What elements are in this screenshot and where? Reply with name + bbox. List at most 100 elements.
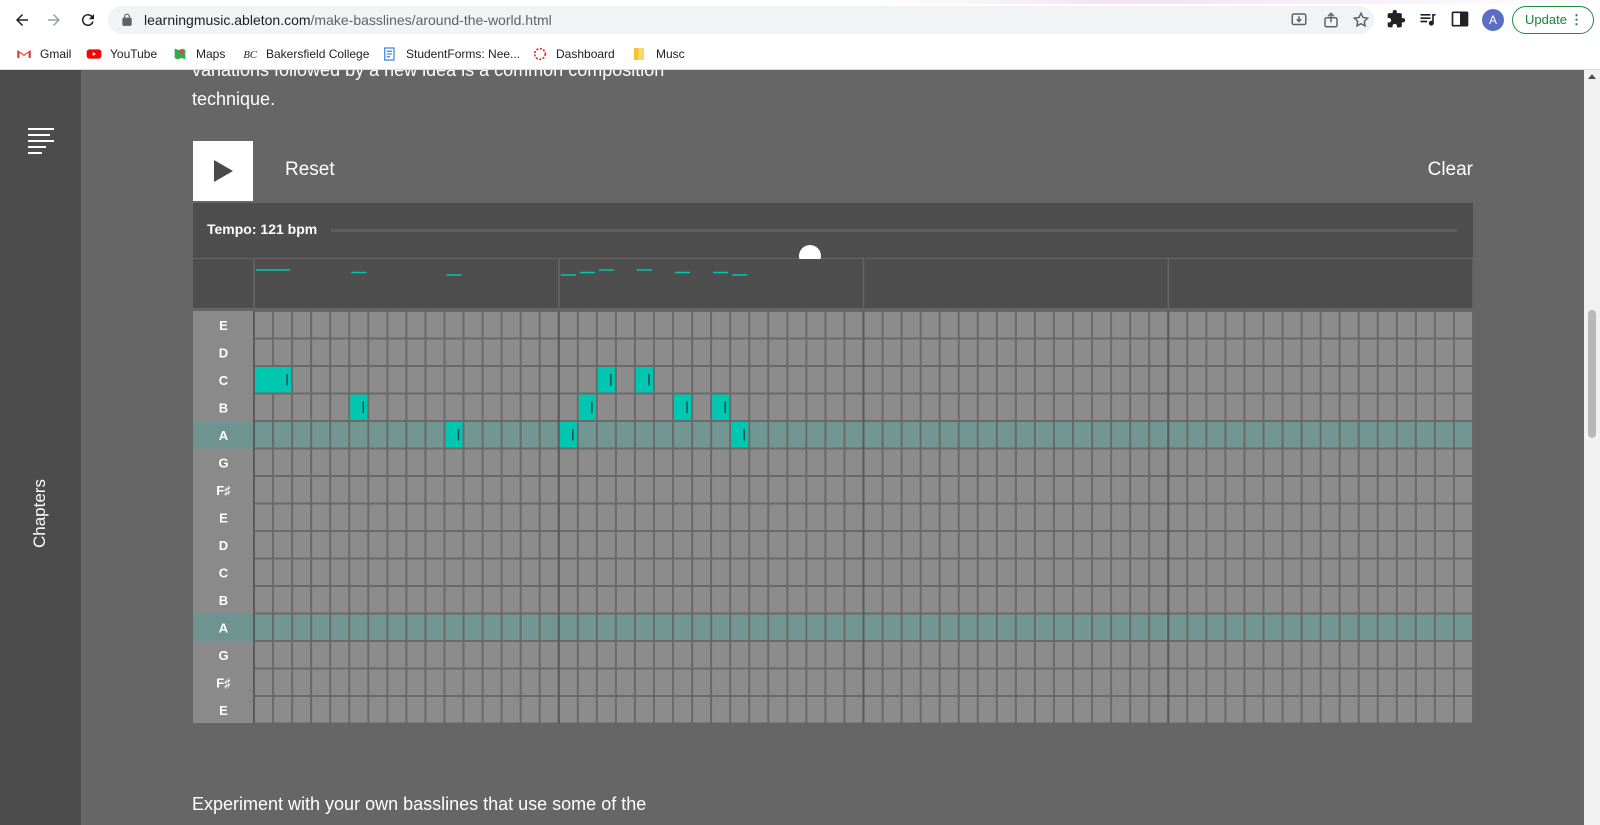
grid-cell[interactable] [1263,558,1283,586]
grid-cell[interactable] [1130,531,1150,559]
grid-cell[interactable] [958,421,978,449]
grid-cell[interactable] [1301,613,1321,641]
grid-cell[interactable] [1263,393,1283,421]
grid-cell[interactable] [463,696,483,724]
grid-cell[interactable] [596,696,616,724]
grid-cell[interactable] [387,668,407,696]
grid-cell[interactable] [520,448,540,476]
grid-cell[interactable] [1263,668,1283,696]
grid-cell[interactable] [1244,311,1264,339]
menu-icon[interactable] [28,128,54,156]
grid-cell[interactable] [292,558,312,586]
grid-cell[interactable] [1111,421,1131,449]
grid-cell[interactable] [330,476,350,504]
piano-roll-grid[interactable]: E D C B A G F♯ E D C B A G F♯ E [193,311,1473,723]
grid-cell[interactable] [1168,393,1188,421]
grid-cell[interactable] [958,613,978,641]
grid-cell[interactable] [425,613,445,641]
grid-cell[interactable] [558,613,578,641]
grid-cell[interactable] [311,448,331,476]
grid-cell[interactable] [1130,668,1150,696]
grid-cell[interactable] [882,311,902,339]
grid-cell[interactable] [1111,668,1131,696]
grid-cell[interactable] [996,393,1016,421]
grid-cell[interactable] [1034,558,1054,586]
grid-cell[interactable] [825,613,845,641]
grid-cell[interactable] [1053,586,1074,614]
grid-cell[interactable] [825,311,845,339]
grid-cell[interactable] [1073,641,1093,669]
grid-cell[interactable] [1187,641,1207,669]
grid-cell[interactable] [1244,338,1264,366]
grid-cell[interactable] [1339,558,1359,586]
back-icon[interactable] [10,8,34,32]
grid-cell[interactable] [1263,641,1283,669]
grid-cell[interactable] [1149,366,1169,394]
grid-cell[interactable] [996,503,1016,531]
grid-cell[interactable] [1015,366,1035,394]
grid-cell[interactable] [863,393,883,421]
grid-cell[interactable] [1453,448,1473,476]
grid-cell[interactable] [1111,366,1131,394]
grid-cell[interactable] [653,338,674,366]
grid-cell[interactable] [996,613,1016,641]
grid-cell[interactable] [482,338,502,366]
grid-cell[interactable] [1168,421,1188,449]
grid-cell[interactable] [1034,421,1054,449]
grid-cell[interactable] [920,558,940,586]
grid-cell[interactable] [444,531,464,559]
grid-cell[interactable] [1301,476,1321,504]
grid-cell[interactable] [615,641,635,669]
grid-cell[interactable] [406,448,426,476]
grid-cell[interactable] [349,668,369,696]
grid-cell[interactable] [539,448,559,476]
grid-cell[interactable] [825,421,845,449]
grid-cell[interactable] [1453,558,1473,586]
grid-cell[interactable] [1073,531,1093,559]
grid-cell[interactable] [1225,311,1245,339]
grid-cell[interactable] [787,503,807,531]
grid-cell[interactable] [730,558,750,586]
grid-cell[interactable] [1149,476,1169,504]
grid-cell[interactable] [1206,668,1226,696]
grid-cell[interactable] [882,338,902,366]
grid-cell[interactable] [768,558,788,586]
grid-cell[interactable] [1225,613,1245,641]
grid-cell[interactable] [425,393,445,421]
grid-cell[interactable] [692,586,712,614]
grid-cell[interactable] [1073,421,1093,449]
grid-cell[interactable] [368,641,388,669]
grid-cell[interactable] [292,311,312,339]
grid-cell[interactable] [730,476,750,504]
grid-cell[interactable] [1377,558,1397,586]
grid-cell[interactable] [711,696,731,724]
grid-cell[interactable] [1415,696,1435,724]
grid-cell[interactable] [463,366,483,394]
grid-cell[interactable] [596,393,616,421]
grid-cell[interactable] [882,366,902,394]
grid-cell[interactable] [444,613,464,641]
grid-cell[interactable] [520,586,540,614]
grid-cell[interactable] [692,558,712,586]
grid-cell[interactable] [1244,476,1264,504]
grid-cell[interactable] [673,641,693,669]
grid-cell[interactable] [558,668,578,696]
grid-cell[interactable] [292,338,312,366]
side-panel-icon[interactable] [1450,9,1470,29]
grid-cell[interactable] [406,338,426,366]
grid-cell[interactable] [444,503,464,531]
grid-cell[interactable] [387,393,407,421]
grid-cell[interactable] [615,586,635,614]
grid-cell[interactable] [1377,641,1397,669]
grid-cell[interactable] [825,476,845,504]
grid-cell[interactable] [768,393,788,421]
grid-cell[interactable] [1206,586,1226,614]
grid-cell[interactable] [1225,476,1245,504]
grid-cell[interactable] [1377,338,1397,366]
grid-cell[interactable] [273,558,293,586]
grid-cell[interactable] [673,586,693,614]
grid-cell[interactable] [901,476,921,504]
grid-cell[interactable] [1320,503,1340,531]
grid-cell[interactable] [749,393,769,421]
grid-cell[interactable] [653,311,674,339]
